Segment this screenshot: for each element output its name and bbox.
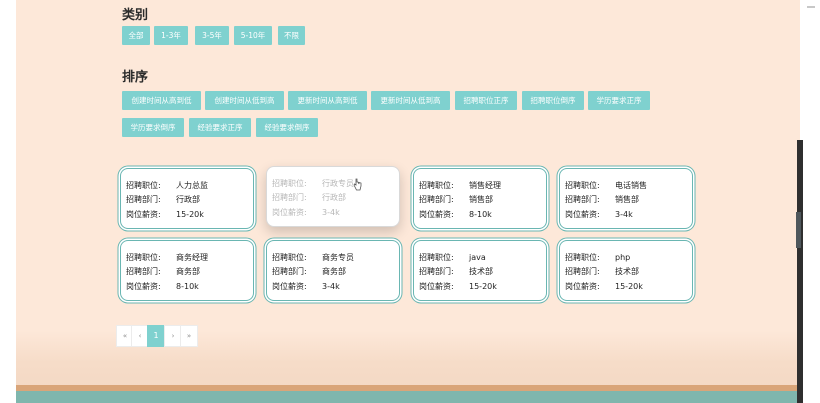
salary-value: 15-20k	[469, 282, 497, 291]
sort-title: 排序	[122, 70, 149, 85]
position-label: 招聘职位:	[272, 179, 307, 188]
salary-label: 岗位薪资:	[565, 210, 600, 219]
pagination-last-button[interactable]: »	[180, 325, 198, 347]
salary-label: 岗位薪资:	[565, 282, 600, 291]
sort-button-updated-asc[interactable]: 更新时间从低到高	[371, 91, 450, 110]
position-value: java	[469, 253, 486, 262]
salary-label: 岗位薪资:	[126, 210, 161, 219]
page-content: 类别 全部 1-3年 3-5年 5-10年 不限 排序 创建时间从高到低 创建时…	[16, 0, 800, 403]
department-value: 行政部	[322, 193, 346, 202]
scrollbar-track[interactable]	[797, 140, 803, 403]
salary-label: 岗位薪资:	[419, 210, 454, 219]
job-card[interactable]: 招聘职位: 商务经理 招聘部门: 商务部 岗位薪资: 8-10k	[120, 240, 254, 301]
category-button-1-3[interactable]: 1-3年	[154, 26, 188, 45]
position-value: 商务经理	[176, 253, 208, 262]
sort-button-education-desc[interactable]: 学历要求倒序	[122, 118, 184, 137]
category-button-3-5[interactable]: 3-5年	[195, 26, 229, 45]
job-card[interactable]: 招聘职位: 人力总监 招聘部门: 行政部 岗位薪资: 15-20k	[120, 168, 254, 229]
sort-button-updated-desc[interactable]: 更新时间从高到低	[288, 91, 367, 110]
position-label: 招聘职位:	[126, 253, 161, 262]
pagination-page-1[interactable]: 1	[147, 325, 165, 347]
salary-value: 8-10k	[469, 210, 492, 219]
salary-value: 15-20k	[615, 282, 643, 291]
department-value: 技术部	[615, 267, 639, 276]
job-card[interactable]: 招聘职位: 电话销售 招聘部门: 销售部 岗位薪资: 3-4k	[559, 168, 693, 229]
category-button-all[interactable]: 全部	[122, 26, 150, 45]
position-value: 销售经理	[469, 181, 501, 190]
department-value: 销售部	[469, 195, 493, 204]
category-button-any[interactable]: 不限	[278, 26, 305, 45]
sort-button-position-desc[interactable]: 招聘职位倒序	[522, 91, 584, 110]
salary-label: 岗位薪资:	[272, 208, 307, 217]
department-value: 技术部	[469, 267, 493, 276]
department-label: 招聘部门:	[419, 195, 454, 204]
position-value: 电话销售	[615, 181, 647, 190]
department-value: 销售部	[615, 195, 639, 204]
position-value: 商务专员	[322, 253, 354, 262]
salary-label: 岗位薪资:	[419, 282, 454, 291]
department-label: 招聘部门:	[565, 267, 600, 276]
department-label: 招聘部门:	[419, 267, 454, 276]
sort-button-experience-desc[interactable]: 经验要求倒序	[256, 118, 318, 137]
salary-value: 8-10k	[176, 282, 199, 291]
department-value: 商务部	[322, 267, 346, 276]
position-value: php	[615, 253, 631, 262]
position-label: 招聘职位:	[126, 181, 161, 190]
job-card[interactable]: 招聘职位: php 招聘部门: 技术部 岗位薪资: 15-20k	[559, 240, 693, 301]
salary-value: 3-4k	[322, 282, 340, 291]
sort-button-education-asc[interactable]: 学历要求正序	[588, 91, 650, 110]
salary-label: 岗位薪资:	[272, 282, 307, 291]
job-card[interactable]: 招聘职位: 行政专员 招聘部门: 行政部 岗位薪资: 3-4k	[266, 166, 400, 227]
category-title: 类别	[122, 8, 149, 23]
position-label: 招聘职位:	[565, 181, 600, 190]
job-card[interactable]: 招聘职位: 销售经理 招聘部门: 销售部 岗位薪资: 8-10k	[413, 168, 547, 229]
sort-button-position-asc[interactable]: 招聘职位正序	[455, 91, 517, 110]
sort-button-experience-asc[interactable]: 经验要求正序	[189, 118, 251, 137]
department-label: 招聘部门:	[272, 267, 307, 276]
window-corner-mark	[807, 6, 815, 8]
sort-button-created-asc[interactable]: 创建时间从低到高	[205, 91, 284, 110]
salary-value: 3-4k	[322, 208, 340, 217]
scrollbar-thumb[interactable]	[796, 212, 801, 248]
position-value: 行政专员	[322, 179, 354, 188]
footer-bar	[16, 391, 800, 403]
position-label: 招聘职位:	[565, 253, 600, 262]
job-card[interactable]: 招聘职位: 商务专员 招聘部门: 商务部 岗位薪资: 3-4k	[266, 240, 400, 301]
salary-label: 岗位薪资:	[126, 282, 161, 291]
sort-button-created-desc[interactable]: 创建时间从高到低	[122, 91, 201, 110]
position-value: 人力总监	[176, 181, 208, 190]
salary-value: 3-4k	[615, 210, 633, 219]
salary-value: 15-20k	[176, 210, 204, 219]
department-label: 招聘部门:	[126, 195, 161, 204]
position-label: 招聘职位:	[419, 253, 454, 262]
position-label: 招聘职位:	[419, 181, 454, 190]
department-label: 招聘部门:	[565, 195, 600, 204]
department-label: 招聘部门:	[126, 267, 161, 276]
job-card[interactable]: 招聘职位: java 招聘部门: 技术部 岗位薪资: 15-20k	[413, 240, 547, 301]
window-edge	[800, 0, 820, 403]
department-value: 行政部	[176, 195, 200, 204]
position-label: 招聘职位:	[272, 253, 307, 262]
category-button-5-10[interactable]: 5-10年	[234, 26, 272, 45]
department-label: 招聘部门:	[272, 193, 307, 202]
department-value: 商务部	[176, 267, 200, 276]
mouse-cursor-icon	[352, 178, 362, 191]
